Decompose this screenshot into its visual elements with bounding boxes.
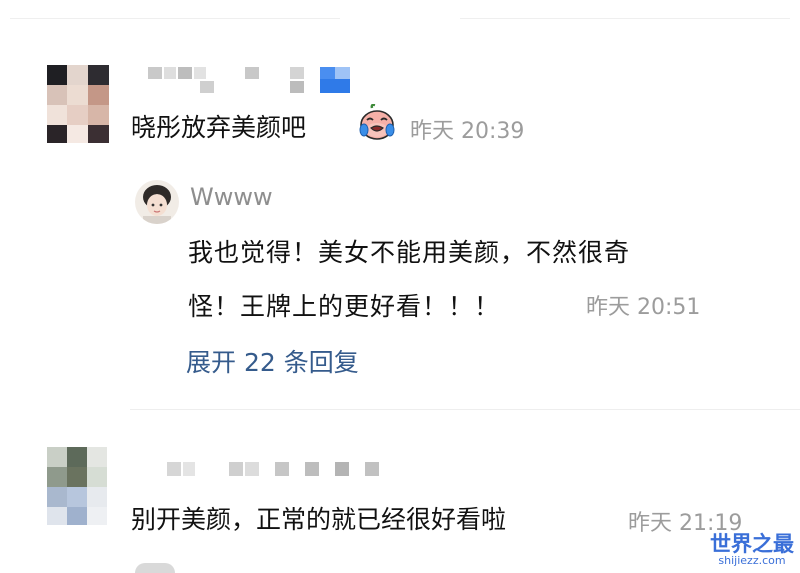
top-divider-right [460, 18, 790, 19]
comment-text: 晓彤放弃美颜吧 [131, 113, 307, 142]
comment-timestamp: 昨天 20:39 [410, 119, 525, 144]
watermark-url: shijiezz.com [718, 554, 786, 567]
username-pixelated[interactable] [167, 460, 382, 478]
reply-timestamp: 昨天 20:51 [586, 295, 701, 320]
top-divider-left [10, 18, 340, 19]
avatar-pixelated[interactable] [47, 65, 109, 143]
reply-avatar[interactable] [135, 180, 179, 224]
expand-replies-link[interactable]: 展开 22 条回复 [186, 343, 359, 379]
reply-username[interactable]: Wwww [190, 183, 273, 211]
avatar-partial[interactable] [135, 563, 175, 573]
comment-divider [130, 409, 800, 410]
crying-face-icon [359, 104, 395, 140]
watermark: 世界之最 shijiezz.com [710, 533, 794, 567]
watermark-title: 世界之最 [710, 532, 794, 556]
reply-text-line-2: 怪！王牌上的更好看！！！ [188, 292, 501, 321]
username-pixelated[interactable] [148, 63, 370, 93]
comment-text: 别开美颜，正常的就已经很好看啦 [131, 505, 507, 534]
reply-text-line-1: 我也觉得！美女不能用美颜，不然很奇 [188, 238, 631, 267]
avatar-pixelated[interactable] [47, 447, 107, 525]
